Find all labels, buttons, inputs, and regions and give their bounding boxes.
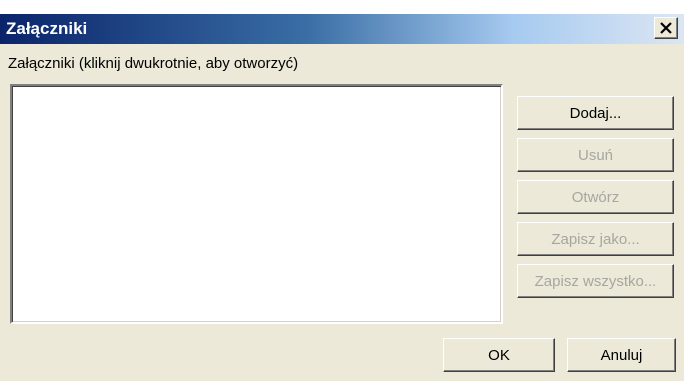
close-icon bbox=[660, 22, 672, 34]
attachments-list-label: Załączniki (kliknij dwukrotnie, aby otwo… bbox=[8, 55, 299, 72]
close-button[interactable] bbox=[654, 17, 678, 39]
save-as-button[interactable]: Zapisz jako... bbox=[517, 222, 674, 256]
background-strip bbox=[0, 0, 684, 14]
save-all-button[interactable]: Zapisz wszystko... bbox=[517, 264, 674, 298]
window-title: Załączniki bbox=[6, 19, 88, 38]
attachments-list[interactable] bbox=[10, 84, 503, 324]
open-button[interactable]: Otwórz bbox=[517, 180, 674, 214]
ok-button[interactable]: OK bbox=[443, 338, 555, 372]
cancel-button[interactable]: Anuluj bbox=[567, 338, 676, 372]
remove-button[interactable]: Usuń bbox=[517, 138, 674, 172]
add-button[interactable]: Dodaj... bbox=[517, 96, 674, 130]
title-bar[interactable]: Załączniki bbox=[0, 14, 684, 44]
